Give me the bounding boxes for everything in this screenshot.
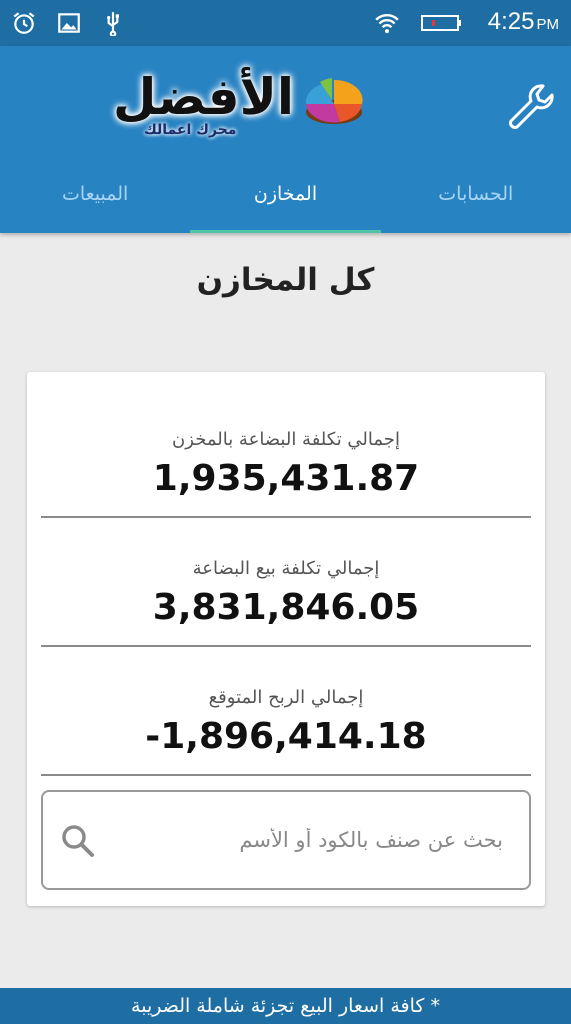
stat-label: إجمالي تكلفة البضاعة بالمخزن (172, 429, 400, 450)
usb-icon (107, 12, 119, 36)
stat-value: -1,896,414.18 (145, 716, 427, 757)
search-icon[interactable] (59, 822, 97, 860)
battery-icon (421, 15, 461, 31)
stat-value: 3,831,846.05 (152, 587, 420, 628)
tab-sales[interactable]: المبيعات (0, 168, 190, 233)
stat-label: إجمالي الربح المتوقع (208, 687, 364, 708)
main-tabs: المبيعات المخازن الحسابات (0, 168, 571, 233)
stat-value: 1,935,431.87 (152, 458, 420, 499)
stat-total-sale-cost: إجمالي تكلفة بيع البضاعة 3,831,846.05 (41, 554, 531, 647)
pie-chart-icon (305, 78, 363, 124)
footer-note: * كافة اسعار البيع تجزئة شاملة الضريبة (0, 988, 571, 1024)
tab-warehouses[interactable]: المخازن (190, 168, 381, 233)
status-bar: 4:25 PM (0, 0, 571, 46)
image-icon (58, 13, 80, 33)
app-header: الأفضل محرك اعمالك المبيعات المخازن الحس… (0, 46, 571, 233)
tab-accounts[interactable]: الحسابات (381, 168, 571, 233)
stat-total-stock-cost: إجمالي تكلفة البضاعة بالمخزن 1,935,431.8… (41, 425, 531, 518)
page-title: كل المخازن (196, 262, 375, 298)
wrench-icon[interactable] (503, 80, 557, 134)
app-logo: الأفضل محرك اعمالك (74, 62, 374, 148)
item-search-box (41, 790, 531, 890)
search-input[interactable] (123, 818, 503, 862)
stat-expected-profit: إجمالي الربح المتوقع -1,896,414.18 (41, 683, 531, 776)
alarm-clock-icon (13, 12, 35, 34)
status-time: 4:25 PM (487, 8, 559, 35)
wifi-icon (375, 14, 399, 34)
logo-subtitle: محرك اعمالك (144, 122, 237, 138)
logo-title: الأفضل (112, 68, 294, 126)
warehouse-summary-card: إجمالي تكلفة البضاعة بالمخزن 1,935,431.8… (27, 372, 545, 906)
stat-label: إجمالي تكلفة بيع البضاعة (192, 558, 380, 579)
